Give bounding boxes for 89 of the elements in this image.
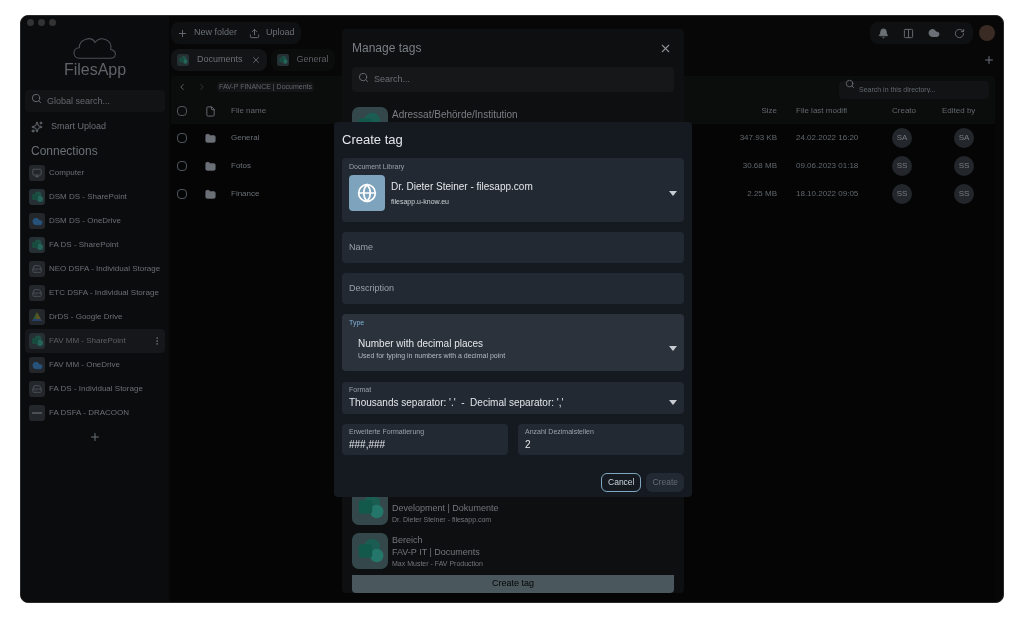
user-avatar[interactable]: [979, 25, 995, 41]
folder-icon: [205, 132, 216, 144]
user-initials: SA: [954, 128, 974, 148]
tag-search-field[interactable]: Search...: [352, 66, 674, 92]
tag-title[interactable]: Adressat/Behörde/Institution: [392, 106, 518, 122]
column-header[interactable]: Edited by: [942, 105, 989, 117]
global-search-field[interactable]: Global search...: [25, 90, 165, 112]
connection-item[interactable]: FA DS - Individual Storage: [25, 377, 165, 401]
tab[interactable]: General: [270, 49, 335, 71]
cloud-icon: [29, 213, 45, 229]
description-field[interactable]: Description: [342, 272, 684, 304]
tag-line: Bereich: [392, 535, 424, 545]
folder-icon: [205, 160, 216, 172]
caret-icon: [669, 190, 677, 196]
smart-upload-button[interactable]: Smart Upload: [25, 117, 165, 137]
connection-item[interactable]: NEO DSFA - Individual Storage: [25, 257, 165, 281]
column-header[interactable]: Size: [687, 105, 777, 117]
sharepoint-icon: [352, 106, 388, 123]
dialog-title: Create tag: [342, 131, 404, 149]
close-tab-icon[interactable]: [250, 55, 261, 65]
refresh-icon[interactable]: [954, 27, 965, 39]
connection-item[interactable]: FAV MM - OneDrive: [25, 353, 165, 377]
storage-icon: [29, 381, 45, 397]
row-checkbox[interactable]: [177, 161, 187, 171]
sharepoint-icon: [29, 237, 45, 253]
sharepoint-icon: [29, 189, 45, 205]
file-size: 30.68 MB: [741, 160, 777, 172]
caret-icon: [669, 400, 677, 405]
cloud-icon: [29, 357, 45, 373]
user-initials: SS: [954, 156, 974, 176]
file-size: 2.25 MB: [746, 188, 777, 200]
user-initials: SA: [892, 128, 912, 148]
connections-heading: Connections: [30, 143, 99, 160]
connection-item[interactable]: ETC DSFA - Individual Storage: [25, 281, 165, 305]
folder-icon: [205, 188, 216, 200]
tag-line: Development | Dokumente: [392, 503, 499, 513]
file-modified: 09.06.2023 01:18: [795, 160, 860, 172]
connection-item[interactable]: Computer: [25, 161, 165, 185]
storage-icon: [29, 405, 45, 421]
file-modified: 24.02.2022 16:20: [795, 132, 860, 144]
name-field[interactable]: Name: [342, 231, 684, 263]
column-header[interactable]: Creato: [892, 105, 916, 117]
row-checkbox[interactable]: [177, 189, 187, 199]
column-header[interactable]: File last modifi: [777, 105, 892, 117]
back-icon[interactable]: [177, 82, 187, 92]
upload-button[interactable]: Upload: [249, 26, 295, 40]
globe-icon: [349, 175, 385, 211]
connection-item[interactable]: DSM DS - OneDrive: [25, 209, 165, 233]
sharepoint-icon: [352, 533, 388, 569]
storage-icon: [29, 261, 45, 277]
bell-icon[interactable]: [878, 27, 889, 39]
new-tab-icon[interactable]: [983, 54, 995, 66]
tab[interactable]: Documents: [171, 49, 267, 71]
user-initials: SS: [892, 184, 912, 204]
type-value: Number with decimal places: [358, 337, 485, 351]
new-folder-button[interactable]: New folder: [177, 26, 238, 40]
connection-item[interactable]: DrDS - Google Drive: [25, 305, 165, 329]
storage-icon: [29, 285, 45, 301]
user-initials: SS: [954, 184, 974, 204]
field-value: 2: [525, 438, 532, 452]
create-tag-button[interactable]: Create tag: [352, 575, 674, 593]
connection-item[interactable]: DSM DS - SharePoint: [25, 185, 165, 209]
app-name: FilesApp: [63, 62, 127, 78]
connection-item[interactable]: FAV MM - SharePoint: [25, 329, 165, 353]
library-name: Dr. Dieter Steiner - filesapp.com: [391, 179, 534, 194]
add-connection-icon[interactable]: [89, 431, 101, 443]
row-checkbox[interactable]: [177, 133, 187, 143]
user-initials: SS: [892, 156, 912, 176]
computer-icon: [29, 165, 45, 181]
connection-item[interactable]: FA DSFA - DRACOON: [25, 401, 165, 425]
cancel-button[interactable]: Cancel: [601, 472, 642, 492]
sparkle-icon: [31, 121, 43, 133]
cloud-icon[interactable]: [928, 27, 940, 39]
field-value: ###,###: [349, 438, 387, 452]
upload-icon: [249, 27, 261, 39]
select-all-checkbox[interactable]: [177, 106, 187, 116]
caret-icon: [669, 346, 677, 352]
file-size: 347.93 KB: [738, 132, 777, 144]
sharepoint-icon: [177, 54, 189, 66]
columns-icon[interactable]: [903, 27, 914, 39]
file-icon: [205, 105, 216, 117]
sharepoint-icon: [276, 54, 289, 66]
sharepoint-icon: [29, 333, 45, 349]
format-value: Thousands separator: '.' - Decimal separator: ',': [349, 396, 565, 410]
dialog-title: Manage tags: [352, 40, 422, 57]
tag-line: FAV-P IT | Documents: [392, 547, 481, 557]
file-modified: 18.10.2022 09:05: [795, 188, 860, 200]
plus-icon: [177, 27, 188, 39]
connection-item[interactable]: FA DS - SharePoint: [25, 233, 165, 257]
